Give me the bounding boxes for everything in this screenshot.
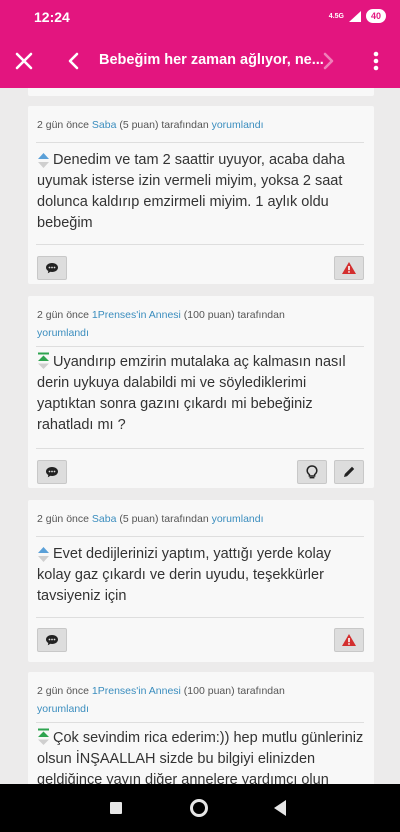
- pencil-icon: [344, 466, 355, 477]
- meta-by: tarafından: [158, 119, 212, 131]
- comment-card: 2 gün önce Saba (5 puan) tarafından yoru…: [28, 106, 374, 284]
- author-points: (100 puan): [183, 685, 235, 697]
- comment-card: 2 gün önce Saba (5 puan) tarafından yoru…: [28, 500, 374, 662]
- home-button[interactable]: [190, 799, 208, 817]
- divider: [36, 617, 364, 618]
- divider: [36, 346, 364, 347]
- more-vert-icon: [373, 51, 379, 71]
- comment-bubble-icon: [46, 467, 58, 478]
- comment-card: 2 gün önce 1Prenses'in Annesi (100 puan)…: [28, 672, 374, 784]
- comment-card-previous: [28, 88, 374, 96]
- author-points: (5 puan): [119, 119, 159, 131]
- divider: [36, 536, 364, 537]
- comment-text: Uyandırıp emzirin mutalaka aç kalmasın n…: [37, 354, 346, 433]
- report-button[interactable]: [334, 256, 364, 280]
- status-icons: 4.5G 40: [329, 9, 386, 23]
- author-points: (100 puan): [183, 309, 235, 321]
- warning-icon: [342, 634, 356, 646]
- report-button[interactable]: [334, 628, 364, 652]
- comment-meta: 2 gün önce 1Prenses'in Annesi (100 puan)…: [37, 682, 337, 718]
- warning-icon: [342, 262, 356, 274]
- comment-time: 2 gün önce: [37, 685, 92, 697]
- comment-time: 2 gün önce: [37, 513, 92, 525]
- reply-comment-button[interactable]: [37, 460, 67, 484]
- commented-link[interactable]: yorumlandı: [37, 703, 89, 715]
- comment-meta: 2 gün önce 1Prenses'in Annesi (100 puan)…: [37, 306, 337, 342]
- edit-button[interactable]: [334, 460, 364, 484]
- lightbulb-icon: [306, 464, 318, 478]
- author-link[interactable]: Saba: [92, 119, 117, 131]
- comment-time: 2 gün önce: [37, 119, 92, 131]
- comment-text: Çok sevindim rica ederim:)) hep mutlu gü…: [37, 730, 364, 784]
- signal-icon: [348, 10, 361, 22]
- comment-meta: 2 gün önce Saba (5 puan) tarafından yoru…: [37, 510, 337, 528]
- page-title: Bebeğim her zaman ağlıyor, ne...: [99, 52, 324, 68]
- meta-by: tarafından: [234, 685, 285, 697]
- commented-link[interactable]: yorumlandı: [212, 119, 264, 131]
- comment-text: Evet dedijlerinizi yaptım, yattığı yerde…: [37, 546, 332, 604]
- battery-level: 40: [365, 9, 386, 23]
- author-points: (5 puan): [119, 513, 159, 525]
- divider: [36, 142, 364, 143]
- comment-card: 2 gün önce 1Prenses'in Annesi (100 puan)…: [28, 296, 374, 488]
- commented-link[interactable]: yorumlandı: [212, 513, 264, 525]
- close-button[interactable]: [10, 47, 38, 75]
- status-bar: 12:24 4.5G 40: [0, 0, 400, 34]
- comment-time: 2 gün önce: [37, 309, 92, 321]
- idea-button[interactable]: [297, 460, 327, 484]
- comment-meta: 2 gün önce Saba (5 puan) tarafından yoru…: [37, 116, 337, 134]
- divider: [36, 244, 364, 245]
- meta-by: tarafından: [158, 513, 212, 525]
- author-link[interactable]: 1Prenses'in Annesi: [92, 685, 181, 697]
- chevron-right-icon: [323, 52, 334, 70]
- commented-link[interactable]: yorumlandı: [37, 327, 89, 339]
- divider: [36, 448, 364, 449]
- chevron-left-icon: [68, 52, 79, 70]
- meta-by: tarafından: [234, 309, 285, 321]
- more-menu-button[interactable]: [366, 47, 386, 75]
- system-nav-bar: [0, 784, 400, 832]
- author-link[interactable]: 1Prenses'in Annesi: [92, 309, 181, 321]
- comment-text: Denedim ve tam 2 saattir uyuyor, acaba d…: [37, 152, 345, 231]
- back-button[interactable]: [62, 47, 86, 75]
- forward-button[interactable]: [316, 47, 340, 75]
- recents-button[interactable]: [110, 802, 122, 814]
- reply-comment-button[interactable]: [37, 256, 67, 280]
- author-link[interactable]: Saba: [92, 513, 117, 525]
- system-back-button[interactable]: [274, 800, 286, 816]
- comment-bubble-icon: [46, 263, 58, 274]
- app-bar: Bebeğim her zaman ağlıyor, ne...: [0, 34, 400, 88]
- comment-bubble-icon: [46, 635, 58, 646]
- comments-list[interactable]: 2 gün önce Saba (5 puan) tarafından yoru…: [0, 88, 400, 784]
- reply-comment-button[interactable]: [37, 628, 67, 652]
- status-time: 12:24: [34, 9, 70, 25]
- network-indicator: 4.5G: [328, 12, 344, 20]
- close-icon: [15, 52, 33, 70]
- divider: [36, 722, 364, 723]
